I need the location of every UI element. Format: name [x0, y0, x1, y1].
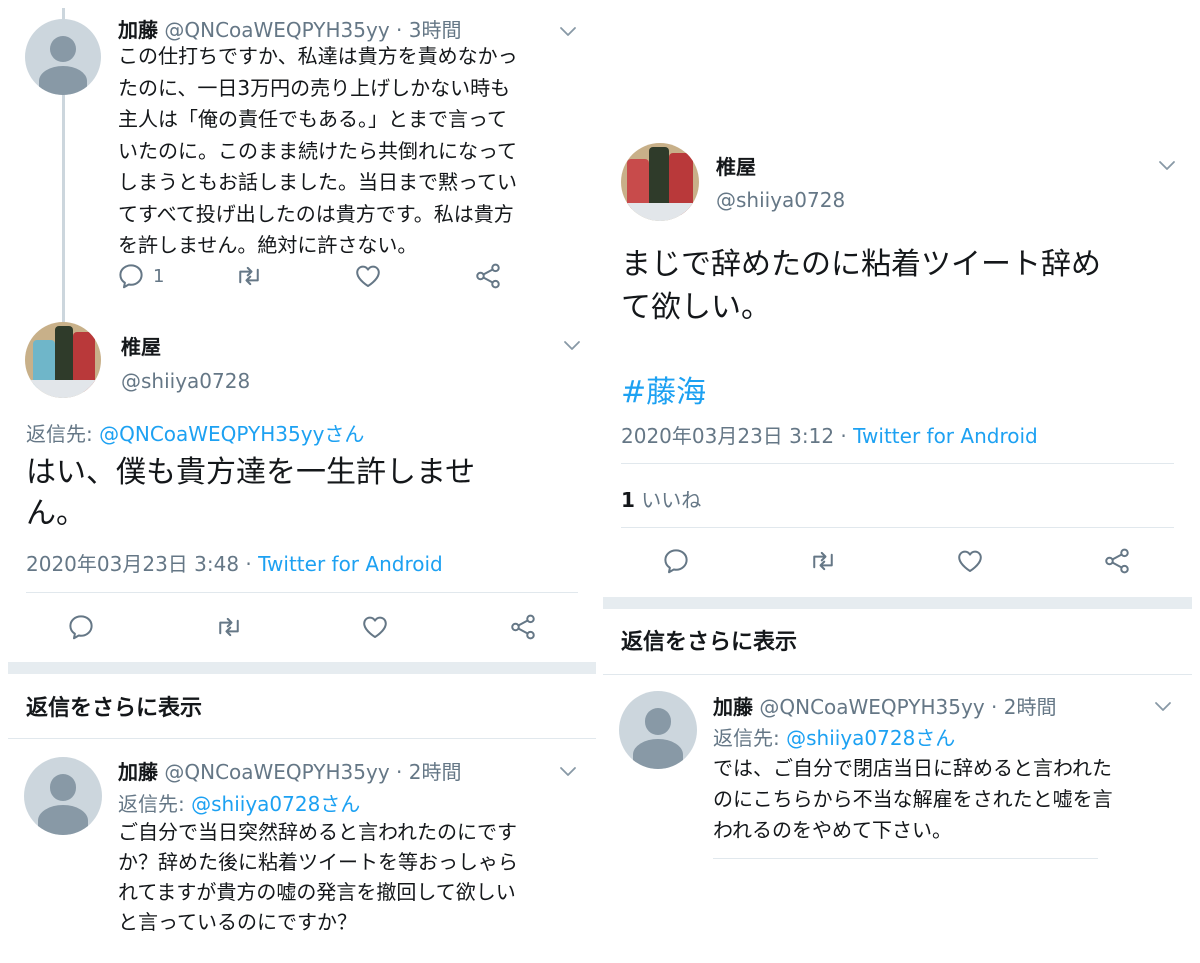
- retweet-icon[interactable]: [214, 612, 244, 642]
- author-name[interactable]: 加藤: [118, 18, 158, 42]
- author-handle-time: @QNCoaWEQPYH35yy · 2時間: [759, 695, 1057, 719]
- chevron-down-icon[interactable]: [562, 338, 582, 352]
- tweet-text: まじで辞めたのに粘着ツイート辞め て欲しい。: [621, 243, 1101, 329]
- author-handle[interactable]: @shiiya0728: [716, 188, 845, 212]
- divider: [26, 592, 578, 593]
- author-name[interactable]: 加藤: [118, 760, 158, 784]
- tweet-meta: 2020年03月23日 3:48 · Twitter for Android: [26, 548, 443, 577]
- tweet-line: を許しません。絶対に許さない。: [118, 233, 418, 257]
- divider: [8, 738, 596, 739]
- tweet-header: 加藤 @QNCoaWEQPYH35yy · 3時間: [118, 14, 461, 43]
- like-icon[interactable]: [360, 612, 390, 642]
- author-handle-time: @QNCoaWEQPYH35yy · 2時間: [164, 760, 462, 784]
- tweet-line: か？辞めた後に粘着ツイートを等おっしゃら: [118, 850, 518, 874]
- tweet-line: ん。: [26, 496, 86, 531]
- tweet-line: れてますが貴方の嘘の発言を撤回して欲しい: [118, 880, 516, 904]
- chevron-down-icon[interactable]: [558, 24, 578, 38]
- divider: [603, 674, 1192, 675]
- like-icon[interactable]: [955, 546, 985, 576]
- reply-context: 返信先: @QNCoaWEQPYH35yyさん: [26, 418, 364, 447]
- retweet-icon[interactable]: [234, 261, 264, 291]
- share-icon[interactable]: [1102, 546, 1132, 576]
- hashtag-link[interactable]: #藤海: [621, 367, 706, 411]
- divider: [621, 527, 1174, 528]
- tweet-line: では、ご自分で閉店当日に辞めると言われた: [713, 756, 1112, 780]
- reply-context: 返信先: @shiiya0728さん: [713, 722, 955, 751]
- retweet-icon[interactable]: [808, 546, 838, 576]
- tweet-text: はい、僕も貴方達を一生許しませ ん。: [26, 452, 475, 534]
- author-name[interactable]: 加藤: [713, 695, 753, 719]
- share-icon[interactable]: [473, 261, 503, 291]
- reply-icon[interactable]: [661, 546, 691, 576]
- show-more-replies[interactable]: 返信をさらに表示: [26, 690, 202, 722]
- reply-to-link[interactable]: @QNCoaWEQPYH35yyさん: [99, 422, 364, 446]
- reply-count: 1: [153, 266, 165, 287]
- tweet-date: 2020年03月23日 3:48 ·: [26, 552, 259, 576]
- chevron-down-icon[interactable]: [1157, 158, 1177, 172]
- avatar[interactable]: [25, 322, 101, 398]
- tweet-line: ご自分で当日突然辞めると言われたのにです: [118, 820, 517, 844]
- reply-label: 返信先:: [118, 792, 192, 816]
- tweet-text: この仕打ちですか、私達は貴方を責めなかっ たのに、一日3万円の売り上げしかない時…: [118, 41, 518, 262]
- avatar[interactable]: [24, 757, 102, 835]
- tweet-line: いたのに。このまま続けたら共倒れになって: [118, 138, 517, 163]
- reply-to-link[interactable]: @shiiya0728さん: [191, 792, 360, 816]
- tweet-date: 2020年03月23日 3:12 ·: [621, 424, 854, 448]
- tweet-meta: 2020年03月23日 3:12 · Twitter for Android: [621, 420, 1038, 449]
- reply-context: 返信先: @shiiya0728さん: [118, 788, 360, 817]
- chevron-down-icon[interactable]: [558, 764, 578, 778]
- divider: [713, 858, 1098, 859]
- tweet-line: たのに、一日3万円の売り上げしかない時も: [118, 75, 511, 100]
- likes-label: いいね: [634, 488, 702, 512]
- tweet-line: 主人は「俺の責任でもある。」とまで言って: [118, 107, 507, 131]
- tweet-source-link[interactable]: Twitter for Android: [258, 552, 443, 576]
- share-icon[interactable]: [508, 612, 538, 642]
- avatar[interactable]: [619, 691, 697, 769]
- tweet-line: まじで辞めたのに粘着ツイート辞め: [621, 247, 1101, 282]
- avatar[interactable]: [621, 143, 699, 221]
- likes-summary[interactable]: 1 いいね: [621, 484, 701, 513]
- author-name[interactable]: 椎屋: [716, 151, 756, 180]
- tweet-line: てすべて投げ出したのは貴方です。私は貴方: [118, 201, 514, 226]
- tweet-source-link[interactable]: Twitter for Android: [853, 424, 1038, 448]
- section-separator: [603, 597, 1192, 609]
- like-icon[interactable]: [353, 261, 383, 291]
- reply-label: 返信先:: [26, 422, 100, 446]
- reply-icon[interactable]: [116, 261, 146, 291]
- reply-label: 返信先:: [713, 726, 787, 750]
- avatar[interactable]: [25, 19, 101, 95]
- author-name[interactable]: 椎屋: [121, 331, 161, 360]
- tweet-line: て欲しい。: [621, 290, 771, 325]
- author-handle-time: @QNCoaWEQPYH35yy · 3時間: [164, 18, 462, 42]
- tweet-text: ご自分で当日突然辞めると言われたのにです か？辞めた後に粘着ツイートを等おっしゃ…: [118, 817, 518, 937]
- show-more-replies[interactable]: 返信をさらに表示: [621, 624, 797, 656]
- likes-count: 1: [621, 488, 635, 512]
- tweet-line: われるのをやめて下さい。: [713, 818, 952, 842]
- tweet-line: この仕打ちですか、私達は貴方を責めなかっ: [118, 44, 518, 68]
- tweet-line: のにこちらから不当な解雇をされたと嘘を言: [713, 787, 1113, 811]
- tweet-header: 加藤 @QNCoaWEQPYH35yy · 2時間: [118, 756, 461, 785]
- tweet-line: はい、僕も貴方達を一生許しませ: [26, 455, 476, 490]
- reply-icon[interactable]: [66, 612, 96, 642]
- tweet-line: と言っているのにですか？: [118, 910, 357, 934]
- chevron-down-icon[interactable]: [1153, 699, 1173, 713]
- author-handle[interactable]: @shiiya0728: [121, 369, 250, 393]
- tweet-line: しまうともお話しました。当日まで黙ってい: [118, 170, 517, 194]
- tweet-header: 加藤 @QNCoaWEQPYH35yy · 2時間: [713, 691, 1056, 720]
- reply-to-link[interactable]: @shiiya0728さん: [786, 726, 955, 750]
- tweet-text: では、ご自分で閉店当日に辞めると言われた のにこちらから不当な解雇をされたと嘘を…: [713, 753, 1113, 846]
- section-separator: [8, 662, 596, 674]
- divider: [621, 463, 1174, 464]
